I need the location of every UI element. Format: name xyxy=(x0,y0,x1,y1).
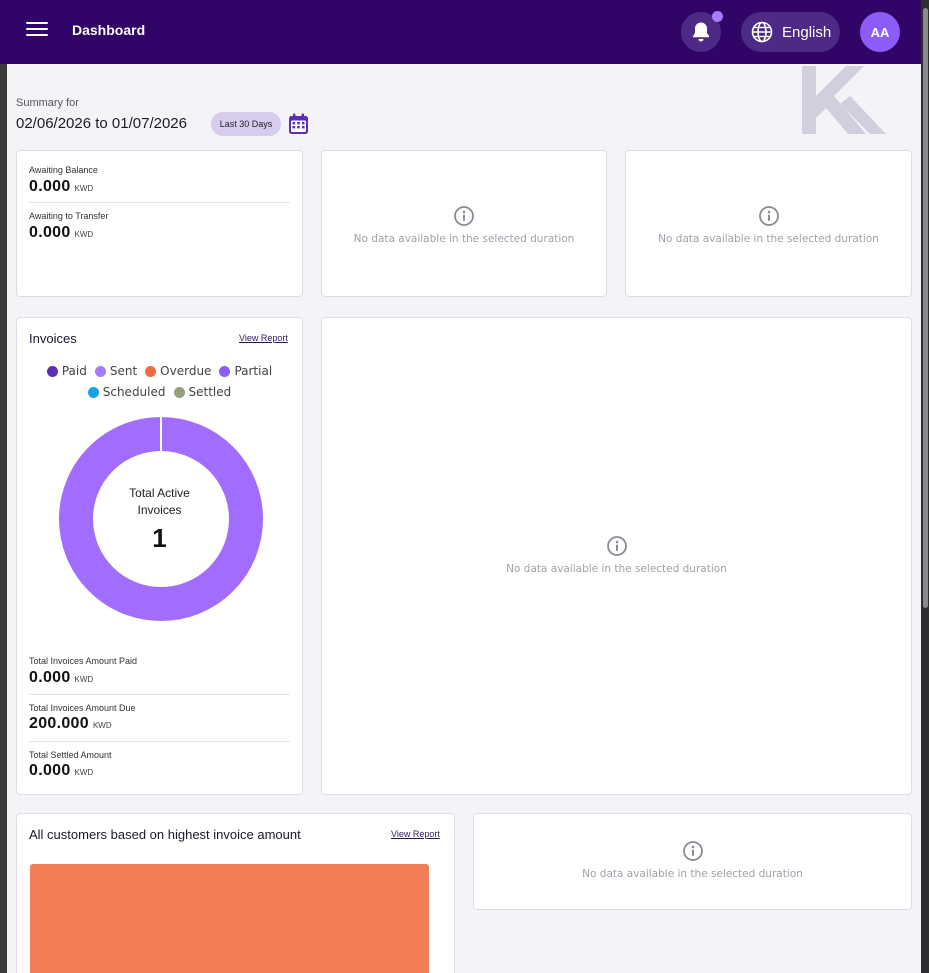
legend-label: Sent xyxy=(109,364,138,378)
balance-card: Awaiting Balance 0.000 KWD Awaiting to Tr… xyxy=(16,150,303,297)
legend-label: Scheduled xyxy=(102,385,166,399)
invoices-card: Invoices View Report Paid Sent Overdue P… xyxy=(16,317,303,795)
invoices-view-report-link[interactable]: View Report xyxy=(239,333,288,343)
language-selector[interactable]: English xyxy=(741,12,840,52)
legend-label: Paid xyxy=(61,364,87,378)
customers-title: All customers based on highest invoice a… xyxy=(29,827,301,842)
legend-item-settled[interactable]: Settled xyxy=(173,385,232,399)
legend-dot xyxy=(219,365,231,377)
divider xyxy=(29,741,290,742)
empty-state: No data available in the selected durati… xyxy=(322,205,606,245)
legend-label: Settled xyxy=(188,385,232,399)
scrollbar-thumb[interactable] xyxy=(923,8,928,608)
invoices-donut-chart xyxy=(59,417,263,621)
empty-card-large: No data available in the selected durati… xyxy=(321,317,912,795)
customers-view-report-link[interactable]: View Report xyxy=(391,829,440,839)
empty-state: No data available in the selected durati… xyxy=(626,205,911,245)
legend-dot xyxy=(46,365,58,377)
total-due-label: Total Invoices Amount Due xyxy=(29,703,136,713)
awaiting-transfer-value: 0.000 KWD xyxy=(29,224,94,241)
legend-dot xyxy=(94,365,106,377)
brand-logo-watermark xyxy=(802,66,886,134)
notification-badge xyxy=(712,11,723,22)
empty-state-message: No data available in the selected durati… xyxy=(582,868,803,880)
info-icon xyxy=(682,841,703,861)
summary-label: Summary for xyxy=(16,97,79,109)
hamburger-menu-icon[interactable] xyxy=(26,22,48,42)
legend-item-partial[interactable]: Partial xyxy=(219,364,272,378)
top-bar: Dashboard English AA xyxy=(0,0,921,64)
legend-item-paid[interactable]: Paid xyxy=(46,364,87,378)
total-due-value: 200.000 KWD xyxy=(29,715,112,732)
invoices-legend-row2: Scheduled Settled xyxy=(17,385,302,399)
awaiting-balance-value: 0.000 KWD xyxy=(29,178,94,195)
customers-card: All customers based on highest invoice a… xyxy=(16,813,455,973)
legend-dot xyxy=(173,386,185,398)
donut-center-label: Total Active Invoices xyxy=(129,486,190,517)
info-icon xyxy=(758,206,779,226)
window-edge xyxy=(0,64,7,973)
empty-state: No data available in the selected durati… xyxy=(474,840,911,880)
legend-item-sent[interactable]: Sent xyxy=(94,364,138,378)
customer-bar[interactable] xyxy=(30,864,429,973)
empty-card: No data available in the selected durati… xyxy=(625,150,912,297)
empty-state-message: No data available in the selected durati… xyxy=(353,233,575,245)
total-paid-value: 0.000 KWD xyxy=(29,669,94,686)
user-avatar[interactable]: AA xyxy=(860,12,900,52)
info-icon xyxy=(606,536,627,556)
bell-icon xyxy=(693,22,709,42)
empty-state-message: No data available in the selected durati… xyxy=(658,233,879,245)
legend-item-overdue[interactable]: Overdue xyxy=(145,364,211,378)
page-title: Dashboard xyxy=(72,22,146,38)
globe-icon xyxy=(751,21,773,43)
empty-card: No data available in the selected durati… xyxy=(321,150,607,297)
language-label: English xyxy=(782,23,832,41)
invoices-legend: Paid Sent Overdue Partial xyxy=(17,364,302,378)
info-icon xyxy=(454,206,474,226)
donut-segment-sent[interactable] xyxy=(59,417,263,621)
awaiting-balance-label: Awaiting Balance xyxy=(29,165,98,175)
total-paid-label: Total Invoices Amount Paid xyxy=(29,656,138,666)
total-settled-value: 0.000 KWD xyxy=(29,762,94,779)
legend-label: Overdue xyxy=(160,364,212,378)
total-active-invoices-count: 1 xyxy=(152,523,167,553)
empty-state: No data available in the selected durati… xyxy=(322,535,911,575)
summary-date-range: 02/06/2026 to 01/07/2026 xyxy=(16,115,187,132)
total-settled-label: Total Settled Amount xyxy=(29,750,112,760)
legend-item-scheduled[interactable]: Scheduled xyxy=(87,385,166,399)
divider xyxy=(29,694,290,695)
legend-dot xyxy=(145,365,157,377)
legend-dot xyxy=(87,386,99,398)
empty-state-message: No data available in the selected durati… xyxy=(506,563,727,575)
invoices-title: Invoices xyxy=(29,331,77,346)
legend-label: Partial xyxy=(234,364,273,378)
dashboard-app: Dashboard English AA Summary for 02/06/2 xyxy=(0,0,921,973)
awaiting-transfer-label: Awaiting to Transfer xyxy=(29,211,109,221)
empty-card: No data available in the selected durati… xyxy=(473,813,912,910)
range-preset-chip[interactable]: Last 30 Days xyxy=(211,112,281,136)
calendar-icon[interactable] xyxy=(288,113,309,135)
divider xyxy=(29,202,290,203)
